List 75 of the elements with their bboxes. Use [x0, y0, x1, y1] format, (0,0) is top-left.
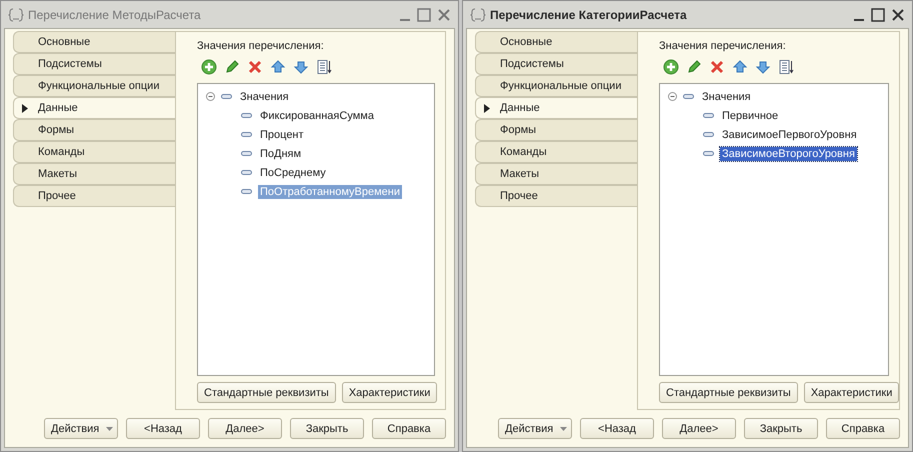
tab[interactable]: Прочее — [475, 185, 637, 207]
tree-item[interactable]: Значения — [238, 90, 291, 104]
enum-value-icon — [221, 94, 232, 99]
tree-item[interactable]: ПоСреднему — [258, 166, 328, 180]
panel-button[interactable]: Характеристики — [804, 382, 900, 403]
enum-icon — [8, 6, 24, 22]
footer-button[interactable]: Закрыть — [290, 418, 364, 439]
tab[interactable]: Данные — [475, 97, 637, 119]
arrow-up-icon[interactable] — [270, 59, 286, 75]
enum-value-icon — [703, 113, 714, 118]
collapse-icon[interactable] — [668, 92, 677, 101]
pencil-icon[interactable] — [686, 59, 702, 75]
tree-item[interactable]: Значения — [700, 90, 753, 104]
tree-item[interactable]: ЗависимоеВторогоУровня — [720, 146, 857, 160]
tab[interactable]: Данные — [13, 97, 175, 119]
tree-item[interactable]: ЗависимоеПервогоУровня — [720, 128, 859, 142]
dropdown-caret-icon — [560, 426, 567, 430]
footer-button[interactable]: <Назад — [126, 418, 200, 439]
tab[interactable]: Основные — [475, 31, 637, 53]
tab[interactable]: Команды — [475, 141, 637, 163]
tree-item[interactable]: Первичное — [720, 108, 780, 122]
pencil-icon[interactable] — [224, 59, 240, 75]
window-title: Перечисление КатегорииРасчета — [490, 8, 688, 22]
footer-button[interactable]: Справка — [372, 418, 446, 439]
tab[interactable]: Макеты — [475, 163, 637, 185]
close-icon[interactable] — [891, 8, 905, 22]
list-sort-icon[interactable] — [778, 59, 794, 75]
dropdown-caret-icon — [106, 426, 113, 430]
panel-button[interactable]: Стандартные реквизиты — [197, 382, 336, 403]
tree-item[interactable]: Процент — [258, 128, 306, 142]
enum-value-icon — [241, 151, 252, 156]
enum-icon — [470, 6, 486, 22]
footer-button[interactable]: Справка — [826, 418, 900, 439]
actions-dropdown[interactable]: Действия — [498, 418, 572, 439]
enum-value-icon — [241, 189, 252, 194]
enum-value-icon — [683, 94, 694, 99]
panel-button[interactable]: Стандартные реквизиты — [659, 382, 798, 403]
tab[interactable]: Макеты — [13, 163, 175, 185]
tab[interactable]: Подсистемы — [13, 53, 175, 75]
enum-value-icon — [703, 132, 714, 137]
collapse-icon[interactable] — [206, 92, 215, 101]
footer-button[interactable]: Закрыть — [744, 418, 818, 439]
tab[interactable]: Подсистемы — [475, 53, 637, 75]
tab[interactable]: Команды — [13, 141, 175, 163]
delete-icon[interactable] — [709, 59, 725, 75]
tab[interactable]: Функциональные опции — [475, 75, 637, 97]
tab[interactable]: Формы — [13, 119, 175, 141]
arrow-down-icon[interactable] — [293, 59, 309, 75]
delete-icon[interactable] — [247, 59, 263, 75]
list-label: Значения перечисления: — [659, 40, 787, 52]
tree-item[interactable]: ФиксированнаяСумма — [258, 108, 376, 122]
enum-value-icon — [241, 170, 252, 175]
footer-button[interactable]: Далее> — [662, 418, 736, 439]
tab[interactable]: Основные — [13, 31, 175, 53]
list-sort-icon[interactable] — [316, 59, 332, 75]
panel-button[interactable]: Характеристики — [342, 382, 438, 403]
window-title: Перечисление МетодыРасчета — [28, 8, 202, 22]
tree-item[interactable]: ПоДням — [258, 146, 304, 160]
selected-arrow-icon — [22, 104, 28, 113]
footer-button[interactable]: <Назад — [580, 418, 654, 439]
selected-arrow-icon — [484, 104, 490, 113]
enum-value-icon — [241, 113, 252, 118]
arrow-down-icon[interactable] — [755, 59, 771, 75]
arrow-up-icon[interactable] — [732, 59, 748, 75]
add-icon[interactable] — [663, 59, 679, 75]
tab[interactable]: Прочее — [13, 185, 175, 207]
footer-button[interactable]: Далее> — [208, 418, 282, 439]
actions-dropdown[interactable]: Действия — [44, 418, 118, 439]
tab[interactable]: Формы — [475, 119, 637, 141]
tab[interactable]: Функциональные опции — [13, 75, 175, 97]
list-label: Значения перечисления: — [197, 40, 325, 52]
enum-value-icon — [703, 151, 714, 156]
maximize-icon[interactable] — [871, 8, 885, 22]
enum-value-icon — [241, 132, 252, 137]
add-icon[interactable] — [201, 59, 217, 75]
